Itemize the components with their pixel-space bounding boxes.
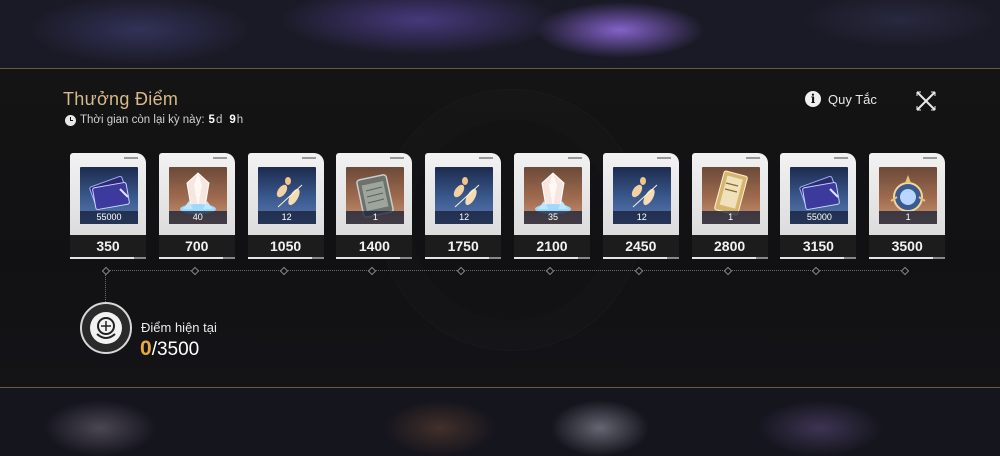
reward-points-required: 1050 — [247, 235, 324, 259]
background-top — [0, 0, 1000, 68]
reward-quantity: 40 — [168, 211, 227, 224]
card-corner-mark — [568, 157, 582, 159]
reward-points-required: 1400 — [336, 235, 413, 259]
timer-label: Thời gian còn lại kỳ này: — [80, 114, 205, 126]
reward-card[interactable]: 55000 350 — [70, 153, 146, 259]
reward-quantity: 35 — [524, 211, 582, 224]
reward-card[interactable]: 40 700 — [158, 153, 235, 259]
reward-quantity: 55000 — [790, 211, 849, 224]
card-corner-mark — [124, 157, 138, 159]
reward-card[interactable]: 35 2100 — [514, 153, 590, 259]
points-reward-panel: Thưởng Điểm Thời gian còn lại kỳ này: 5d… — [0, 68, 1000, 388]
current-points-value: 0 — [140, 337, 152, 360]
reward-card[interactable]: 12 2450 — [602, 153, 679, 259]
reward-points-required: 3500 — [869, 235, 946, 259]
reward-card[interactable]: 1 2800 — [691, 153, 768, 259]
clock-icon — [65, 114, 76, 126]
progress-node — [368, 266, 377, 276]
reward-quantity: 12 — [612, 211, 671, 224]
progress-node — [723, 266, 732, 276]
progress-node — [634, 266, 644, 276]
reward-card[interactable]: 12 1050 — [247, 153, 324, 259]
card-corner-mark — [923, 157, 938, 159]
reward-quantity: 12 — [435, 211, 494, 224]
reward-points-required: 1750 — [425, 235, 502, 259]
progress-node — [900, 266, 910, 276]
reward-card[interactable]: 1 3500 — [869, 153, 946, 259]
reward-quantity: 1 — [346, 211, 405, 224]
reward-card[interactable]: 55000 3150 — [780, 153, 857, 259]
background-bottom — [0, 388, 1000, 456]
reward-quantity: 1 — [701, 211, 760, 224]
timer-days: 5 — [208, 114, 215, 126]
current-points: 0/3500 — [140, 337, 199, 361]
card-corner-mark — [212, 157, 227, 159]
reward-quantity: 1 — [879, 211, 938, 224]
timer-hours: 9 — [229, 114, 236, 126]
reward-quantity: 12 — [257, 211, 316, 224]
progress-node — [812, 266, 821, 276]
info-icon: i — [805, 91, 821, 107]
current-points-label: Điểm hiện tại — [141, 320, 217, 335]
reward-points-required: 700 — [158, 235, 235, 259]
reward-quantity: 55000 — [80, 211, 138, 224]
reward-card[interactable]: 12 1750 — [425, 153, 502, 259]
period-timer: Thời gian còn lại kỳ này: 5d 9h — [65, 114, 246, 126]
progress-track — [101, 266, 910, 276]
total-points: /3500 — [151, 339, 200, 360]
reward-points-required: 2800 — [691, 235, 768, 259]
reward-points-required: 350 — [70, 235, 146, 259]
rules-button[interactable]: i Quy Tắc — [805, 91, 877, 107]
badge-emblem-icon — [90, 312, 122, 344]
rules-label: Quy Tắc — [828, 91, 877, 107]
card-corner-mark — [656, 157, 671, 159]
timer-days-unit: d — [215, 114, 223, 126]
reward-points-required: 2450 — [602, 235, 679, 259]
reward-points-required: 3150 — [780, 235, 857, 259]
points-badge — [80, 302, 132, 354]
progress-connector — [105, 274, 106, 302]
card-corner-mark — [745, 157, 760, 159]
progress-track-line — [105, 270, 905, 271]
progress-node — [190, 266, 200, 276]
card-corner-mark — [390, 157, 405, 159]
panel-title: Thưởng Điểm — [63, 89, 179, 109]
timer-hours-unit: h — [236, 114, 244, 126]
reward-card[interactable]: 1 1400 — [336, 153, 413, 259]
progress-node — [456, 266, 466, 276]
close-icon — [916, 91, 936, 111]
progress-node — [101, 266, 111, 276]
close-button[interactable] — [914, 89, 938, 113]
card-corner-mark — [834, 157, 849, 159]
card-corner-mark — [479, 157, 494, 159]
reward-points-required: 2100 — [514, 235, 590, 259]
card-corner-mark — [301, 157, 316, 159]
progress-node — [545, 266, 555, 276]
progress-node — [279, 266, 288, 276]
